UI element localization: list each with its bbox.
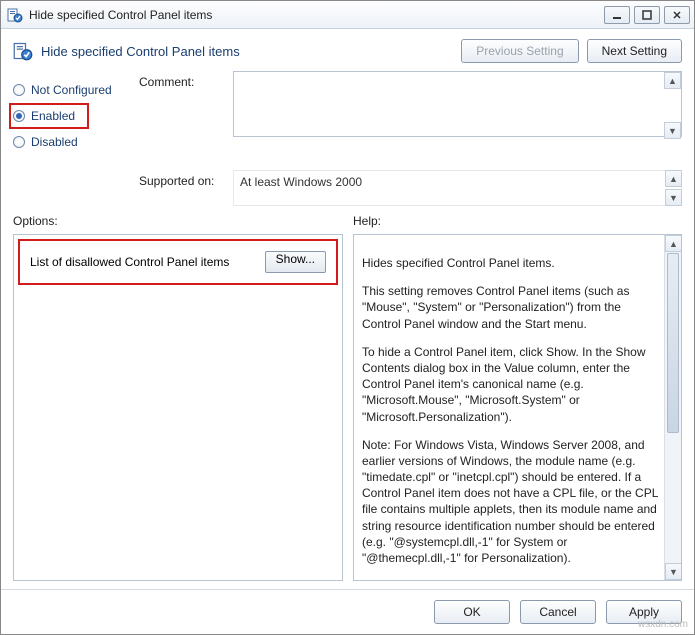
- state-radios: Not Configured Enabled Disabled: [13, 71, 131, 206]
- scroll-down-icon[interactable]: ▼: [665, 563, 682, 580]
- radio-icon: [13, 110, 25, 122]
- help-paragraph: A complete list of canonical and module …: [362, 578, 661, 580]
- options-body: List of disallowed Control Panel items S…: [13, 234, 343, 581]
- help-scrollbar[interactable]: ▲ ▼: [664, 235, 681, 580]
- radio-label: Disabled: [31, 135, 78, 149]
- cancel-button[interactable]: Cancel: [520, 600, 596, 624]
- supported-value: At least Windows 2000: [233, 170, 682, 206]
- help-title: Help:: [353, 214, 682, 228]
- radio-icon: [13, 136, 25, 148]
- window-title: Hide specified Control Panel items: [29, 8, 604, 22]
- comment-row: Comment: ▲ ▼: [139, 71, 682, 140]
- dialog-window: Hide specified Control Panel items Hide …: [0, 0, 695, 635]
- page-title: Hide specified Control Panel items: [41, 44, 461, 59]
- policy-icon: [13, 41, 33, 61]
- ok-button[interactable]: OK: [434, 600, 510, 624]
- radio-enabled[interactable]: Enabled: [9, 103, 89, 129]
- help-paragraph: Hides specified Control Panel items.: [362, 255, 661, 271]
- options-list-row: List of disallowed Control Panel items S…: [18, 239, 338, 285]
- minimize-button[interactable]: [604, 6, 630, 24]
- radio-not-configured[interactable]: Not Configured: [13, 77, 131, 103]
- radio-disabled[interactable]: Disabled: [13, 129, 131, 155]
- split-panes: Options: List of disallowed Control Pane…: [1, 206, 694, 589]
- scroll-down-icon[interactable]: ▼: [664, 122, 681, 139]
- help-text: Hides specified Control Panel items. Thi…: [354, 235, 681, 580]
- window-buttons: [604, 6, 690, 24]
- nav-buttons: Previous Setting Next Setting: [461, 39, 682, 63]
- policy-icon: [7, 7, 23, 23]
- radio-label: Enabled: [31, 109, 75, 123]
- close-button[interactable]: [664, 6, 690, 24]
- scroll-up-icon[interactable]: ▲: [665, 235, 682, 252]
- titlebar: Hide specified Control Panel items: [1, 1, 694, 29]
- comment-label: Comment:: [139, 71, 225, 89]
- scroll-up-icon[interactable]: ▲: [664, 72, 681, 89]
- radio-label: Not Configured: [31, 83, 112, 97]
- scroll-up-icon[interactable]: ▲: [665, 170, 682, 187]
- options-pane: Options: List of disallowed Control Pane…: [13, 214, 343, 581]
- comment-input[interactable]: [233, 71, 682, 137]
- scroll-down-icon[interactable]: ▼: [665, 189, 682, 206]
- options-list-label: List of disallowed Control Panel items: [30, 255, 229, 269]
- help-paragraph: Note: For Windows Vista, Windows Server …: [362, 437, 661, 567]
- help-body-wrap: Hides specified Control Panel items. Thi…: [353, 234, 682, 581]
- supported-scroll: ▲ ▼: [665, 170, 682, 206]
- radio-icon: [13, 84, 25, 96]
- comment-scroll: ▲ ▼: [664, 72, 681, 139]
- maximize-button[interactable]: [634, 6, 660, 24]
- meta-column: Comment: ▲ ▼ Supported on: At least Wind…: [139, 71, 682, 206]
- next-setting-button[interactable]: Next Setting: [587, 39, 682, 63]
- header-row: Hide specified Control Panel items Previ…: [1, 29, 694, 67]
- supported-label: Supported on:: [139, 170, 225, 188]
- previous-setting-button[interactable]: Previous Setting: [461, 39, 578, 63]
- state-row: Not Configured Enabled Disabled Comment:…: [1, 67, 694, 206]
- scroll-thumb[interactable]: [667, 253, 679, 433]
- comment-box: ▲ ▼: [233, 71, 682, 140]
- options-title: Options:: [13, 214, 343, 228]
- help-paragraph: To hide a Control Panel item, click Show…: [362, 344, 661, 425]
- help-paragraph: This setting removes Control Panel items…: [362, 283, 661, 332]
- supported-row: Supported on: At least Windows 2000 ▲ ▼: [139, 170, 682, 206]
- help-pane: Help: Hides specified Control Panel item…: [353, 214, 682, 581]
- watermark: wsxdn.com: [638, 619, 688, 630]
- footer: OK Cancel Apply: [1, 589, 694, 634]
- supported-box: At least Windows 2000 ▲ ▼: [233, 170, 682, 206]
- show-button[interactable]: Show...: [265, 251, 326, 273]
